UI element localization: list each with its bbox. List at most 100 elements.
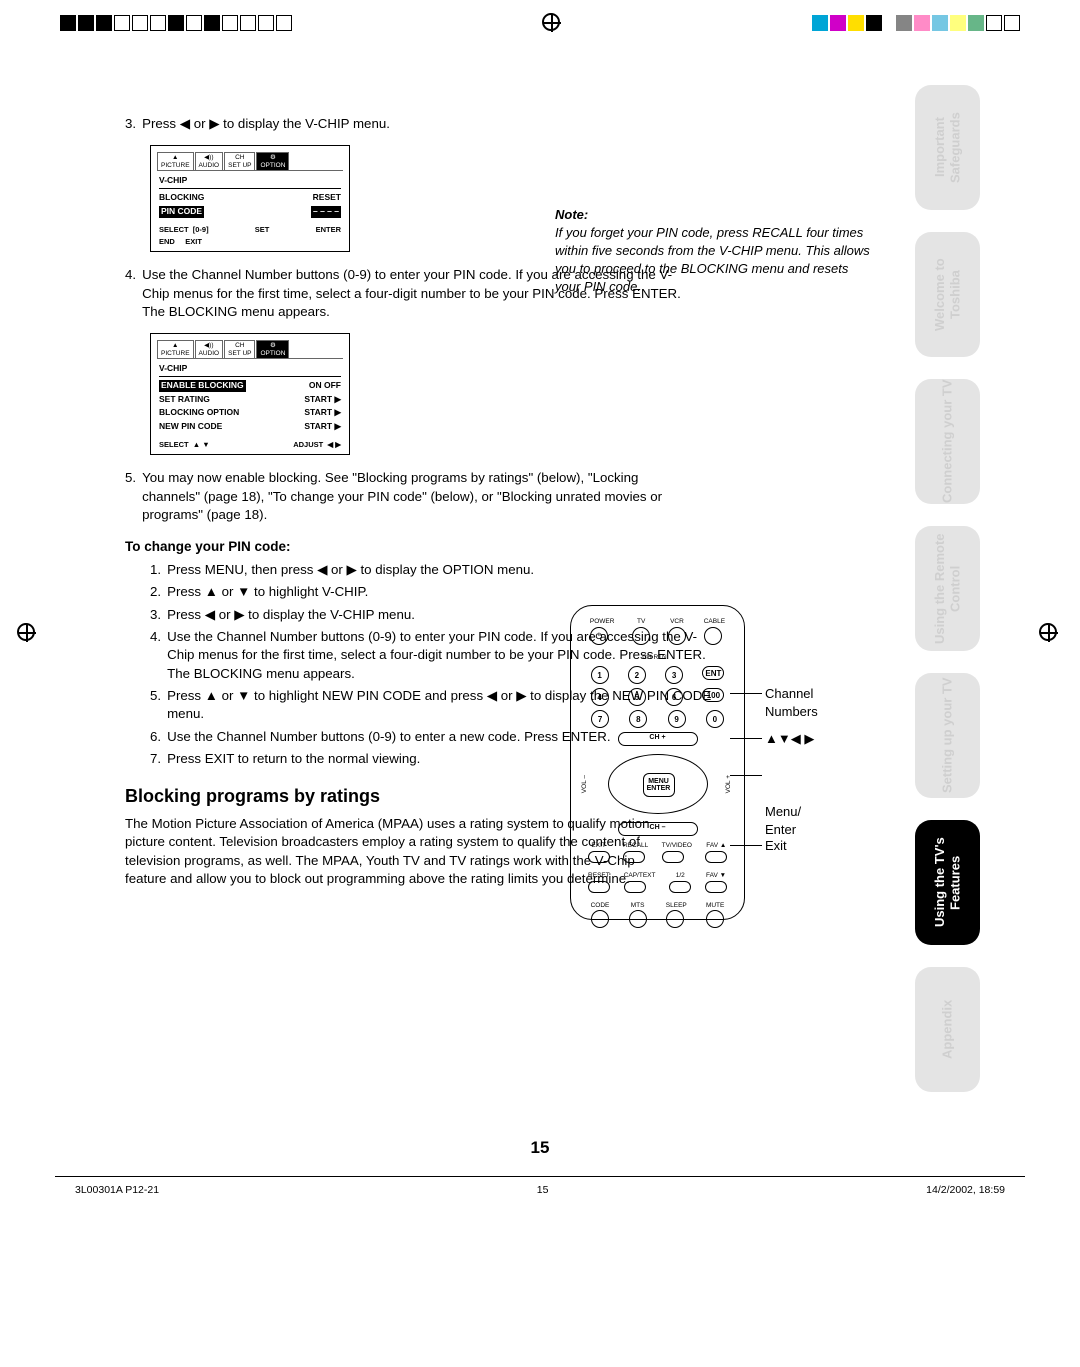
remote-lbl-reset: RESET [588,872,610,881]
tab-setting-up: Setting up your TV [915,673,980,798]
page-number: 15 [0,1136,1080,1159]
tab-using-features: Using the TV's Features [915,820,980,945]
step-num: 3. [150,606,161,624]
remote-menu-enter: MENUENTER [643,773,675,797]
step-num: 2. [150,583,161,601]
osd-foot-exit: EXIT [185,237,202,246]
remote-btn-recall [623,851,645,863]
osd-foot-select: SELECT [159,225,189,234]
remote-lbl-cable: CABLE [704,618,725,627]
remote-lbl-code: CODE [591,902,610,911]
step-text: Press ◀ or ▶ to display the V-CHIP menu. [142,115,390,133]
osd-foot-enter: ENTER [316,225,341,235]
remote-lbl-12: 1/2 [669,872,691,881]
osd-foot-arrows: ▲ ▼ [193,440,210,449]
osd-tab-picture: PICTURE [161,351,190,358]
remote-btn-tvvideo [662,851,684,863]
remote-lbl-recall: RECALL [623,842,648,851]
remote-lbl-cap: CAP/TEXT [624,872,656,881]
osd-pincode: PIN CODE [159,206,204,218]
osd-set-rating: SET RATING [159,394,210,406]
step-text: Press EXIT to return to the normal viewi… [167,750,420,768]
remote-lbl-menu: MENU [648,778,669,785]
remote-btn-code [591,910,609,928]
remote-lbl-tvvideo: TV/VIDEO [662,842,692,851]
remote-btn-power: ⏻ [590,627,608,645]
remote-lbl-tv: TV [632,618,650,627]
remote-navpad: MENUENTER [608,754,708,814]
remote-btn-0: 0 [706,710,724,728]
reg-swatches-left [60,15,292,31]
osd-tab-setup: SET UP [228,351,251,358]
remote-lbl-power: POWER [590,618,615,627]
remote-btn-reset [588,881,610,893]
remote-btn-mts [629,910,647,928]
callout-text: Channel Numbers [765,686,818,719]
osd-pincode-val: – – – – [311,206,341,218]
remote-lbl-enter: ENTER [647,785,671,792]
remote-lbl-favup: FAV ▲ [705,842,727,851]
step-3: 3. Press ◀ or ▶ to display the V-CHIP me… [125,115,790,133]
callout-text: Menu/ Enter [765,804,801,837]
step-text: Use the Channel Number buttons (0-9) to … [142,266,687,321]
remote-btn-favdn [705,881,727,893]
step-num: 7. [150,750,161,768]
osd-foot-lr: ◀ ▶ [327,440,341,449]
remote-lbl-mute: MUTE [706,902,724,911]
remote-ch-plus: CH + [618,732,698,746]
remote-btn-12 [669,881,691,893]
reg-swatches-right [812,15,1020,31]
callout-text: ▲▼◀ ▶ [765,731,814,746]
remote-btn-mute [706,910,724,928]
remote-btn-cable [704,627,722,645]
crossmark-icon [543,14,561,32]
step-text: Press MENU, then press ◀ or ▶ to display… [167,561,534,579]
callout-arrows: ▲▼◀ ▶ [765,730,814,748]
step-num: 3. [125,115,136,133]
tab-remote: Using the Remote Control [915,526,980,651]
remote-btn-vcr [668,627,686,645]
osd-blocking: BLOCKING [159,192,204,204]
osd-tab-setup: SET UP [228,163,251,170]
step-num: 5. [150,687,161,724]
remote-vol-minus: VOL – [581,775,590,793]
tab-connecting: Connecting your TV [915,379,980,504]
footer-info: 3L00301A P12-21 15 14/2/2002, 18:59 [75,1183,1005,1197]
osd-tab-option: OPTION [260,163,285,170]
remote-btn-2: 2 [628,666,646,684]
footer-datetime: 14/2/2002, 18:59 [926,1183,1005,1197]
osd-header: V-CHIP [159,175,341,189]
osd-foot-set: SET [255,225,270,235]
remote-btn-9: 9 [668,710,686,728]
step-4: 4. Use the Channel Number buttons (0-9) … [125,266,790,321]
remote-btn-7: 7 [591,710,609,728]
callout-channel-numbers: Channel Numbers [765,685,850,721]
remote-btn-4: 4 [591,688,609,706]
remote-btn-1: 1 [591,666,609,684]
step-num: 1. [150,561,161,579]
remote-btn-5: 5 [628,688,646,706]
step-num: 6. [150,728,161,746]
osd-enable-blocking: ENABLE BLOCKING [159,380,246,392]
remote-btn-3: 3 [665,666,683,684]
remote-btn-100: 100 [702,688,724,702]
callout-menu-enter: Menu/ Enter [765,767,801,839]
remote-btn-exit [588,851,610,863]
remote-vol-plus: VOL + [725,775,734,793]
osd-foot-end: END [159,237,175,246]
osd-blocking-option: BLOCKING OPTION [159,407,239,419]
remote-btn-ent: ENT [702,666,724,680]
crop-target-right-icon [1040,624,1062,646]
crop-target-left-icon [18,624,40,646]
step-num: 4. [150,628,161,683]
callout-text: Exit [765,838,787,853]
remote-btn-favup [705,851,727,863]
osd-foot-select: SELECT [159,440,189,449]
osd-start: START ▶ [304,407,341,419]
remote-lbl-favdn: FAV ▼ [705,872,727,881]
remote-btn-sleep [666,910,684,928]
step-num: 4. [125,266,136,321]
osd-tab-picture: PICTURE [161,163,190,170]
tab-safeguards: Important Safeguards [915,85,980,210]
registration-bar [0,14,1080,32]
